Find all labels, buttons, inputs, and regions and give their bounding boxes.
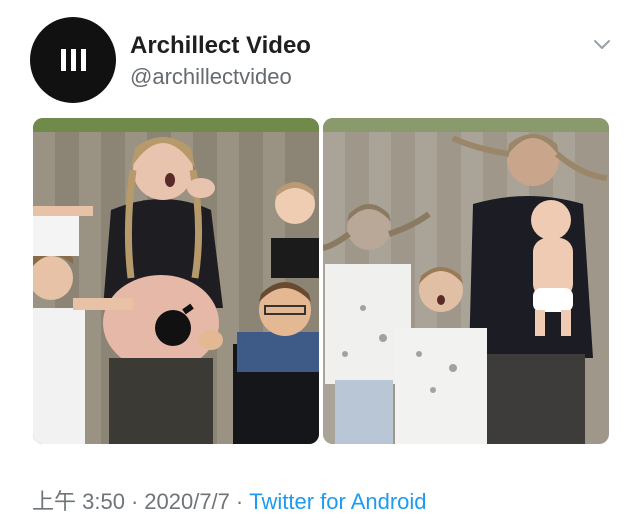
archillect-logo-icon xyxy=(60,49,86,71)
tweet-photo-right[interactable] xyxy=(323,118,609,444)
user-handle[interactable]: @archillectvideo xyxy=(130,64,292,90)
tweet-source-link[interactable]: Twitter for Android xyxy=(249,489,426,514)
photo-family-after xyxy=(323,118,609,444)
tweet-meta: 上午 3:50 · 2020/7/7 · Twitter for Android xyxy=(32,484,427,516)
tweet-card: Archillect Video @archillectvideo 上午 3:5… xyxy=(0,0,640,529)
display-name[interactable]: Archillect Video xyxy=(130,32,311,60)
chevron-down-icon[interactable] xyxy=(592,38,612,52)
separator: · xyxy=(130,489,139,514)
tweet-time[interactable]: 上午 3:50 xyxy=(32,489,125,514)
avatar[interactable] xyxy=(30,17,116,103)
tweet-photo-left[interactable] xyxy=(33,118,319,444)
photo-family-before xyxy=(33,118,319,444)
separator: · xyxy=(235,489,244,514)
tweet-date[interactable]: 2020/7/7 xyxy=(144,489,230,514)
